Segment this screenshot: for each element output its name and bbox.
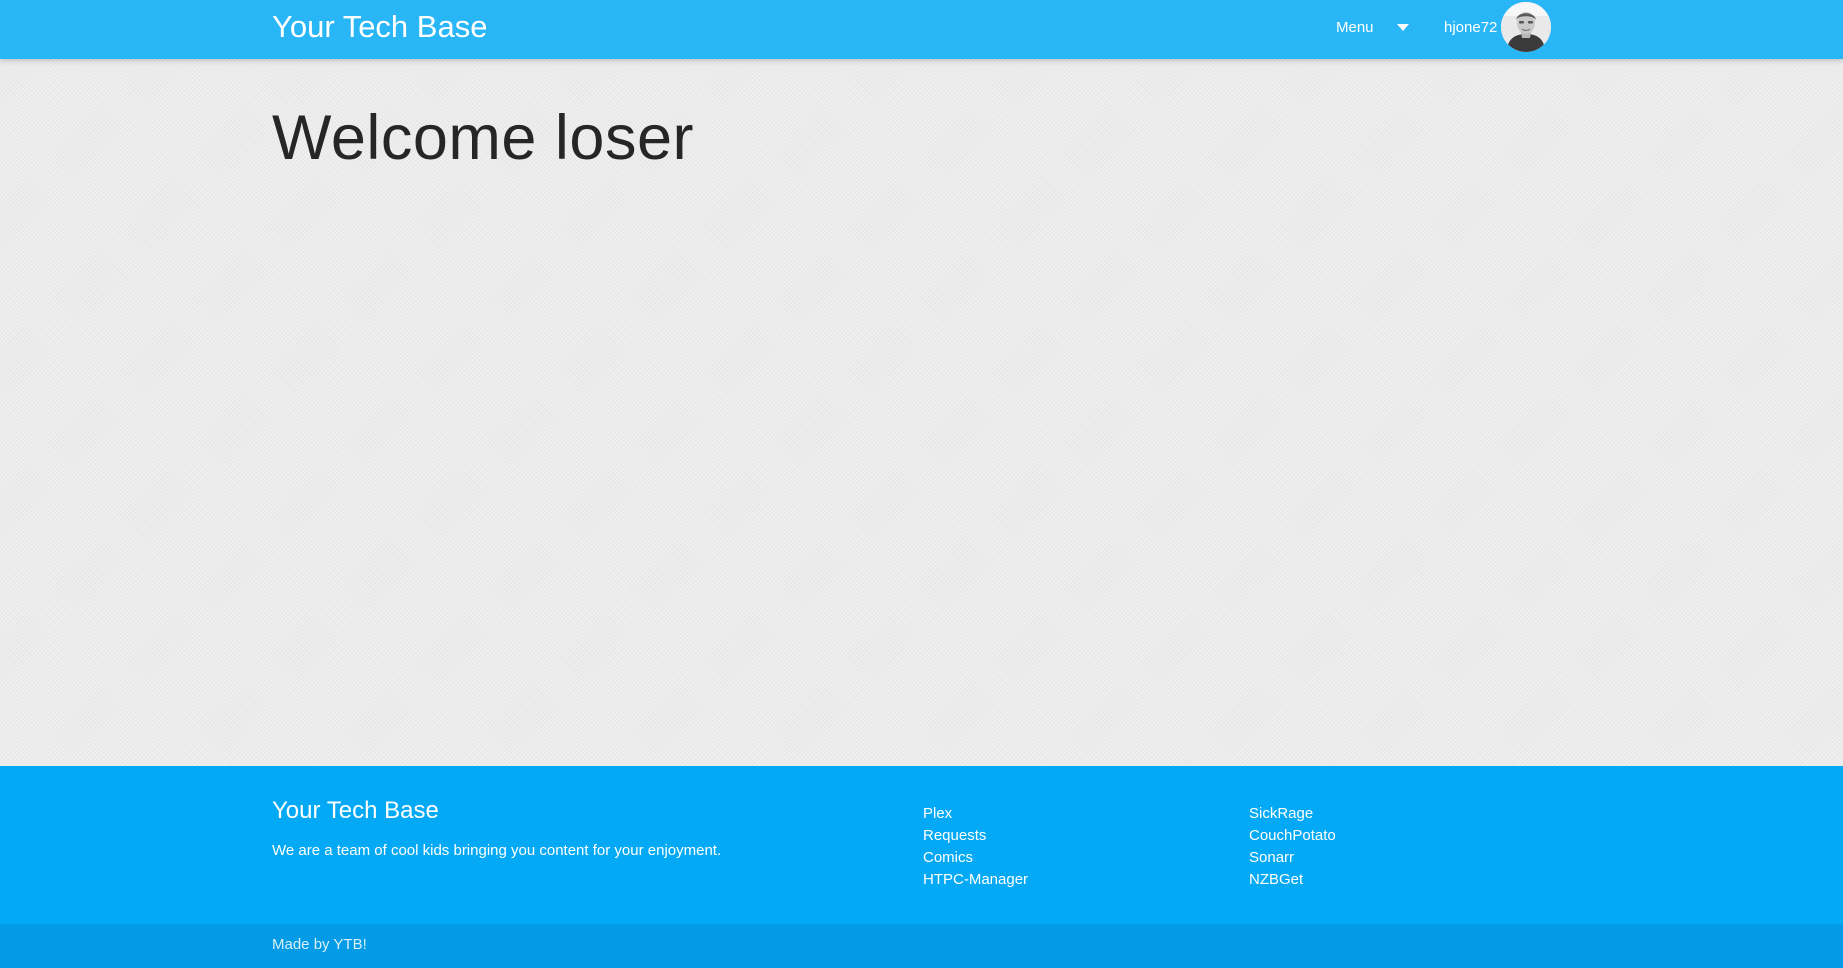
top-navbar: Your Tech Base Menu hjone72 <box>0 0 1843 59</box>
footer-links-column-2: SickRage CouchPotato Sonarr NZBGet <box>1249 803 1336 891</box>
footer-links-column-1: Plex Requests Comics HTPC-Manager <box>923 803 1028 891</box>
footer-link-couchpotato[interactable]: CouchPotato <box>1249 827 1336 844</box>
footer-link-comics[interactable]: Comics <box>923 849 973 866</box>
footer-description: We are a team of cool kids bringing you … <box>272 842 722 859</box>
main-content: Welcome loser <box>272 102 694 174</box>
footer-link-sickrage[interactable]: SickRage <box>1249 805 1313 822</box>
footer-copyright-bar: Made by YTB! <box>0 924 1843 968</box>
menu-dropdown-toggle[interactable]: Menu <box>1336 0 1409 54</box>
page-title: Welcome loser <box>272 103 694 173</box>
brand-logo-link[interactable]: Your Tech Base <box>272 9 487 45</box>
footer-link-htpc-manager[interactable]: HTPC-Manager <box>923 871 1028 888</box>
caret-down-icon <box>1396 23 1409 31</box>
avatar <box>1501 2 1552 52</box>
menu-label: Menu <box>1336 18 1374 36</box>
footer-link-requests[interactable]: Requests <box>923 827 986 844</box>
made-by-text: Made by YTB! <box>272 936 367 953</box>
username: hjone72 <box>1444 18 1498 36</box>
footer-title: Your Tech Base <box>272 797 439 824</box>
footer-link-sonarr[interactable]: Sonarr <box>1249 849 1294 866</box>
footer-link-plex[interactable]: Plex <box>923 805 952 822</box>
site-footer: Your Tech Base We are a team of cool kid… <box>0 766 1843 924</box>
footer-link-nzbget[interactable]: NZBGet <box>1249 871 1303 888</box>
user-profile-link[interactable]: hjone72 <box>1444 0 1552 54</box>
